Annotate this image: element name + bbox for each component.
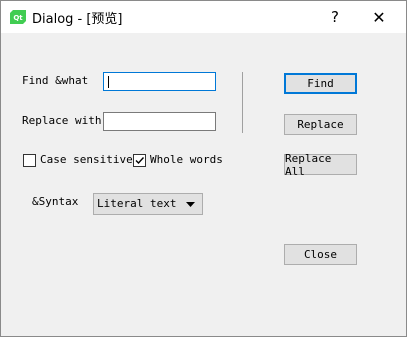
- text-caret: [108, 76, 109, 88]
- case-sensitive-checkbox[interactable]: [23, 154, 36, 167]
- close-button[interactable]: Close: [284, 244, 357, 265]
- whole-words-label[interactable]: Whole words: [150, 153, 223, 166]
- syntax-label: &Syntax: [32, 195, 79, 208]
- syntax-combobox[interactable]: Literal text: [93, 193, 203, 215]
- replace-all-button[interactable]: Replace All: [284, 151, 357, 178]
- replace-with-input[interactable]: [103, 112, 216, 131]
- vertical-separator: [242, 72, 243, 133]
- app-icon-text: Qt: [13, 14, 23, 22]
- window-close-button[interactable]: ✕: [357, 1, 401, 33]
- replace-all-button-label: Replace All: [285, 151, 332, 178]
- checkmark-icon: [135, 157, 145, 165]
- find-what-label: Find &what: [22, 74, 89, 87]
- dialog-window: Qt Dialog - [预览] ? ✕ Find &what Replace …: [0, 0, 407, 337]
- replace-with-label: Replace with: [22, 114, 102, 127]
- window-title: Dialog - [预览]: [32, 12, 123, 27]
- replace-button-label: Replace: [297, 118, 344, 131]
- close-icon: ✕: [372, 7, 386, 27]
- dialog-content: Find &what Replace with Case sensitive W…: [1, 33, 406, 336]
- help-icon: ?: [331, 8, 339, 26]
- replace-button[interactable]: Replace: [284, 114, 357, 135]
- find-what-input[interactable]: [103, 72, 216, 91]
- chevron-down-icon: [186, 202, 195, 207]
- syntax-selected-value: Literal text: [97, 197, 177, 210]
- find-button[interactable]: Find: [284, 73, 357, 94]
- find-button-label: Find: [307, 77, 334, 90]
- help-button[interactable]: ?: [313, 1, 357, 33]
- whole-words-checkbox[interactable]: [133, 154, 146, 167]
- qt-app-icon: Qt: [10, 10, 26, 24]
- case-sensitive-label[interactable]: Case sensitive: [40, 153, 133, 166]
- title-bar[interactable]: Qt Dialog - [预览] ? ✕: [1, 1, 406, 33]
- close-button-label: Close: [303, 248, 338, 261]
